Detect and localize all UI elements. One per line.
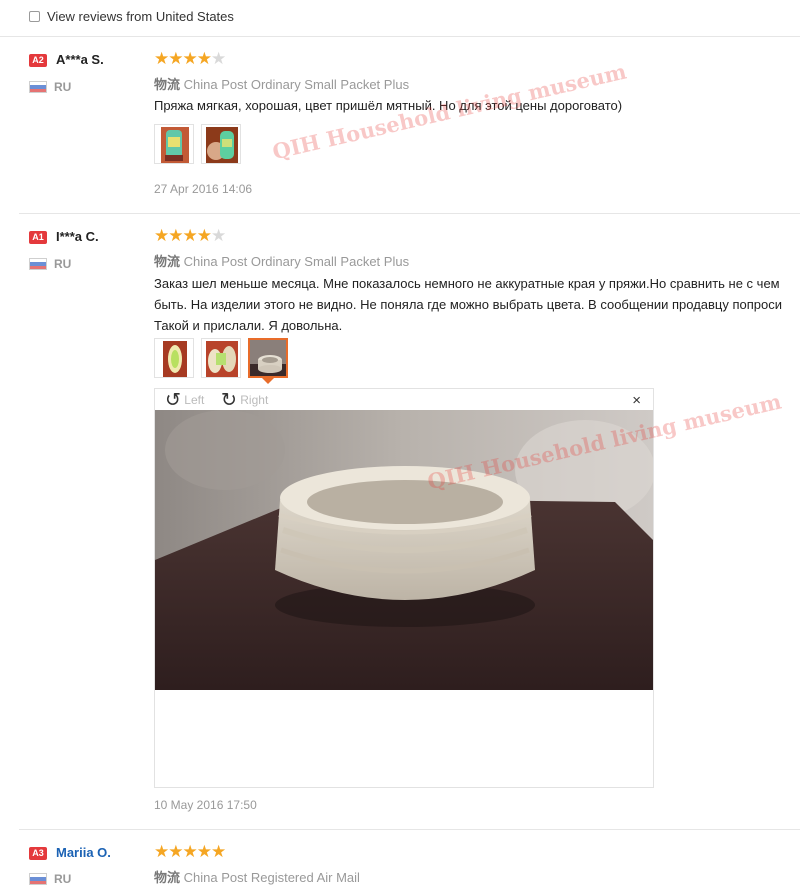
rotate-left-icon: ↺: [165, 389, 181, 411]
review-date: 10 May 2016 17:50: [154, 798, 257, 812]
star-icon: ★: [211, 842, 227, 861]
buyer-name[interactable]: Mariia O.: [56, 845, 111, 860]
star-icon: ★: [168, 226, 184, 245]
buyer-level-badge: A2: [29, 54, 47, 67]
shipping-info: 物流 China Post Ordinary Small Packet Plus: [154, 74, 409, 93]
shipping-label: 物流: [154, 254, 181, 269]
star-rating: ★★★★★: [154, 49, 227, 68]
russia-flag-icon: [29, 81, 47, 93]
active-thumb-pointer: [262, 378, 274, 384]
review-text: Заказ шел меньше месяца. Мне показалось …: [154, 273, 800, 336]
review-photo-thumb[interactable]: [201, 124, 241, 164]
rotate-left-button[interactable]: ↺ Left: [165, 389, 205, 411]
shipping-info: 物流 China Post Ordinary Small Packet Plus: [154, 251, 409, 270]
star-icon: ★: [154, 842, 170, 861]
star-icon: ★: [196, 226, 212, 245]
shipping-method: China Post Ordinary Small Packet Plus: [183, 254, 410, 269]
rotate-right-button[interactable]: ↻ Right: [221, 389, 269, 411]
star-rating: ★★★★★: [154, 226, 227, 245]
buyer-country: RU: [54, 872, 72, 886]
buyer-country: RU: [54, 257, 72, 271]
shipping-label: 物流: [154, 77, 181, 92]
star-icon: ★: [196, 49, 212, 68]
filter-bar: View reviews from United States: [0, 0, 800, 37]
review-item: A3 Mariia O. RU ★★★★★ 物流 China Post Regi…: [19, 830, 800, 886]
buyer-country: RU: [54, 80, 72, 94]
review-photo-thumb[interactable]: [154, 338, 194, 378]
star-icon: ★: [196, 842, 212, 861]
review-photo-thumb-active[interactable]: [248, 338, 288, 378]
star-empty-icon: ★: [211, 226, 227, 245]
russia-flag-icon: [29, 258, 47, 270]
view-us-checkbox[interactable]: [29, 11, 40, 22]
star-icon: ★: [182, 842, 198, 861]
star-empty-icon: ★: [211, 49, 227, 68]
buyer-level-badge: A1: [29, 231, 47, 244]
review-text-line: Такой и прислали. Я довольна.: [154, 318, 343, 333]
star-icon: ★: [182, 49, 198, 68]
star-icon: ★: [154, 49, 170, 68]
shipping-info: 物流 China Post Registered Air Mail: [154, 867, 360, 886]
star-icon: ★: [182, 226, 198, 245]
view-us-label[interactable]: View reviews from United States: [47, 9, 234, 24]
russia-flag-icon: [29, 873, 47, 885]
buyer-name: I***a C.: [56, 229, 99, 244]
rotate-right-label: Right: [240, 393, 269, 407]
review-photo-thumb[interactable]: [201, 338, 241, 378]
shipping-method: China Post Ordinary Small Packet Plus: [183, 77, 410, 92]
review-text-line: Заказ шел меньше месяца. Мне показалось …: [154, 276, 780, 291]
star-icon: ★: [168, 49, 184, 68]
rotate-left-label: Left: [184, 393, 205, 407]
review-photo-thumb[interactable]: [154, 124, 194, 164]
close-icon[interactable]: ×: [632, 392, 641, 409]
review-date: 27 Apr 2016 14:06: [154, 182, 253, 196]
rotate-right-icon: ↻: [221, 389, 237, 411]
star-rating: ★★★★★: [154, 842, 227, 861]
review-text-line: быть. На изделии этого не видно. Не поня…: [154, 297, 782, 312]
star-icon: ★: [154, 226, 170, 245]
buyer-level-badge: A3: [29, 847, 47, 860]
buyer-name: A***a S.: [56, 52, 104, 67]
star-icon: ★: [168, 842, 184, 861]
